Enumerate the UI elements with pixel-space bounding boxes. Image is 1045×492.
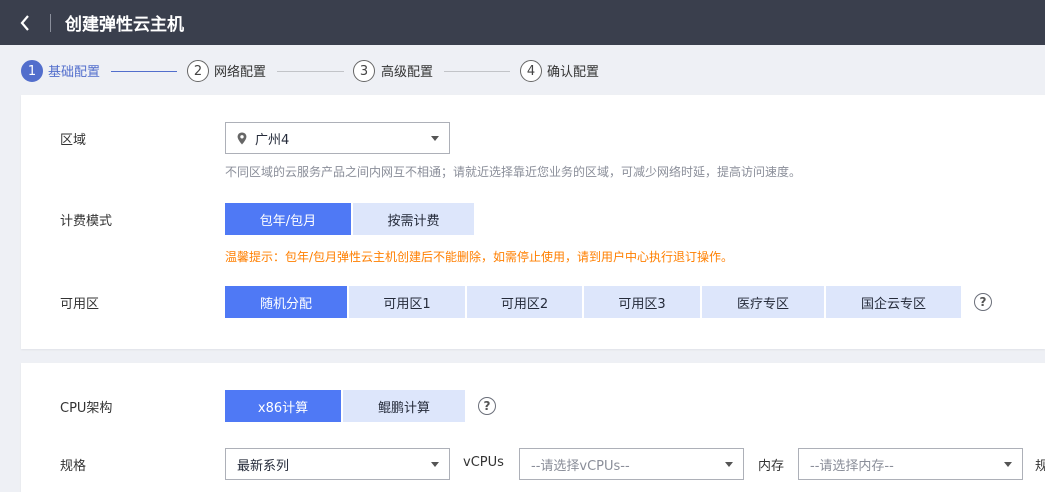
memory-select[interactable]: --请选择内存--	[798, 448, 1023, 480]
chevron-down-icon	[1004, 462, 1012, 467]
step-3-number: 3	[353, 60, 375, 82]
spec-label: 规格	[60, 459, 87, 474]
page-title: 创建弹性云主机	[65, 15, 184, 35]
step-4-number: 4	[520, 60, 542, 82]
top-bar: 创建弹性云主机	[0, 0, 1045, 45]
vcpus-label: vCPUs	[463, 455, 504, 470]
zone-help-icon[interactable]: ?	[974, 293, 992, 311]
memory-placeholder: --请选择内存--	[810, 458, 894, 474]
back-button[interactable]	[0, 0, 50, 45]
region-value: 广州4	[255, 132, 290, 148]
step-2-label[interactable]: 网络配置	[214, 61, 266, 80]
vcpus-select[interactable]: --请选择vCPUs--	[519, 448, 744, 480]
zone-option-soe-cloud[interactable]: 国企云专区	[826, 286, 961, 318]
step-1-number: 1	[21, 60, 43, 82]
zone-label: 可用区	[60, 297, 100, 312]
chevron-down-icon	[431, 462, 439, 467]
region-select[interactable]: 广州4	[225, 122, 450, 154]
chevron-left-icon	[20, 14, 29, 31]
cpu-help-icon[interactable]: ?	[478, 397, 496, 415]
memory-label: 内存	[758, 459, 785, 474]
step-connector-1	[111, 71, 177, 72]
zone-option-1[interactable]: 可用区1	[349, 286, 465, 318]
region-label: 区域	[60, 133, 87, 148]
chevron-down-icon	[725, 462, 733, 467]
compute-config-panel: CPU架构 x86计算 鲲鹏计算 ? 规格 最新系列 vCPUs --请选择vC…	[21, 363, 1045, 492]
cpu-arch-label: CPU架构	[60, 401, 113, 416]
step-connector-2	[277, 71, 344, 72]
cpu-option-kunpeng[interactable]: 鲲鹏计算	[343, 390, 465, 422]
zone-option-medical[interactable]: 医疗专区	[702, 286, 824, 318]
header-divider	[50, 13, 51, 32]
step-1-label[interactable]: 基础配置	[48, 61, 100, 80]
zone-option-3[interactable]: 可用区3	[584, 286, 700, 318]
region-hint: 不同区域的云服务产品之间内网互不相通；请就近选择靠近您业务的区域，可减少网络时延…	[225, 165, 802, 179]
billing-option-on-demand[interactable]: 按需计费	[353, 203, 474, 235]
spec-extra-label: 规	[1035, 459, 1045, 474]
spec-series-select[interactable]: 最新系列	[225, 448, 450, 480]
cpu-option-x86[interactable]: x86计算	[225, 390, 341, 422]
zone-option-random[interactable]: 随机分配	[225, 286, 347, 318]
basic-config-panel: 区域 广州4 不同区域的云服务产品之间内网互不相通；请就近选择靠近您业务的区域，…	[21, 95, 1045, 349]
step-connector-3	[444, 71, 510, 72]
spec-series-value: 最新系列	[237, 458, 290, 474]
step-4-label[interactable]: 确认配置	[547, 61, 599, 80]
billing-option-yearly-monthly[interactable]: 包年/包月	[225, 203, 351, 235]
billing-warning: 温馨提示：包年/包月弹性云主机创建后不能删除，如需停止使用，请到用户中心执行退订…	[225, 250, 734, 264]
step-3-label[interactable]: 高级配置	[381, 61, 433, 80]
wizard-steps: 1 基础配置 2 网络配置 3 高级配置 4 确认配置	[0, 45, 1045, 95]
zone-option-2[interactable]: 可用区2	[467, 286, 582, 318]
step-2-number: 2	[187, 60, 209, 82]
billing-label: 计费模式	[60, 214, 113, 229]
vcpus-placeholder: --请选择vCPUs--	[531, 458, 630, 474]
chevron-down-icon	[431, 136, 439, 141]
location-pin-icon	[237, 132, 247, 145]
